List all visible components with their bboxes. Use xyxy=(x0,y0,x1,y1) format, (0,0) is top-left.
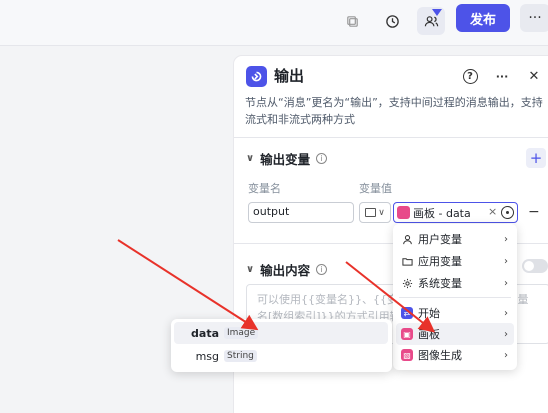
streaming-toggle[interactable] xyxy=(522,259,548,273)
variable-type-select[interactable]: ∨ xyxy=(359,202,391,223)
more-options-button[interactable]: ··· xyxy=(520,4,548,32)
output-name: msg xyxy=(195,349,219,363)
column-header-value: 变量值 xyxy=(359,182,392,195)
start-node-icon: ⇄ xyxy=(401,307,413,319)
menu-item-user-variables[interactable]: 用户变量 › xyxy=(396,228,514,250)
chevron-right-icon: › xyxy=(504,349,508,361)
history-icon[interactable] xyxy=(378,7,406,35)
menu-item-start[interactable]: ⇄ 开始 › xyxy=(396,302,514,324)
type-badge: Image xyxy=(224,327,259,339)
node-more-button[interactable]: ··· xyxy=(493,67,511,85)
canvas-outputs-submenu: data Image msg String xyxy=(171,319,392,372)
chevron-down-icon: ∨ xyxy=(378,207,385,218)
output-name: data xyxy=(191,326,219,340)
output-node-icon xyxy=(246,66,267,87)
remove-variable-button[interactable]: − xyxy=(528,204,540,220)
menu-item-system-variables[interactable]: 系统变量 › xyxy=(396,272,514,294)
menu-item-label: 开始 xyxy=(418,307,440,320)
section-title: 输出变量 xyxy=(260,152,311,167)
user-icon xyxy=(401,233,413,245)
menu-divider xyxy=(399,297,511,298)
menu-item-label: 系统变量 xyxy=(418,277,462,290)
add-variable-button[interactable]: + xyxy=(526,148,546,168)
output-vars-section-header[interactable]: ∨ 输出变量 i xyxy=(246,149,328,168)
submenu-item-data[interactable]: data Image xyxy=(174,322,388,344)
menu-item-label: 图像生成 xyxy=(418,349,462,362)
help-label: ? xyxy=(462,68,478,84)
type-badge: String xyxy=(224,350,257,362)
variable-source-menu: 用户变量 › 应用变量 › 系统变量 › ⇄ 开始 › ▣ 画板 › ▧ 图像生… xyxy=(393,224,517,370)
chevron-down-icon: ∨ xyxy=(246,264,255,275)
chevron-right-icon: › xyxy=(504,233,508,245)
chevron-right-icon: › xyxy=(504,328,508,340)
section-title: 输出内容 xyxy=(260,263,311,278)
folder-icon xyxy=(401,255,413,267)
node-title[interactable]: 输出 xyxy=(274,65,304,86)
variable-name-input[interactable]: output xyxy=(248,202,354,223)
menu-item-image-generation[interactable]: ▧ 图像生成 › xyxy=(396,344,514,366)
image-type-icon xyxy=(365,208,377,217)
divider xyxy=(234,137,548,138)
canvas-node-icon xyxy=(397,206,410,219)
node-description: 节点从“消息”更名为“输出”，支持中间过程的消息输出，支持流式和非流式两种方式 xyxy=(245,96,543,126)
top-toolbar: 发布 ··· xyxy=(0,0,548,46)
publish-button[interactable]: 发布 xyxy=(456,4,510,32)
gear-icon xyxy=(401,277,413,289)
help-icon[interactable]: ? xyxy=(461,67,479,85)
variable-value-select[interactable]: 画板 - data × xyxy=(393,202,518,223)
target-icon[interactable] xyxy=(501,206,514,219)
column-header-name: 变量名 xyxy=(248,182,281,195)
info-icon: i xyxy=(316,153,328,164)
menu-item-app-variables[interactable]: 应用变量 › xyxy=(396,250,514,272)
chevron-right-icon: › xyxy=(504,307,508,319)
menu-item-canvas[interactable]: ▣ 画板 › xyxy=(396,323,514,345)
close-button[interactable]: ✕ xyxy=(525,67,543,85)
info-icon: i xyxy=(316,264,328,275)
canvas-node-icon: ▣ xyxy=(401,328,413,340)
menu-item-label: 画板 xyxy=(418,328,440,341)
menu-item-label: 应用变量 xyxy=(418,255,462,268)
chevron-right-icon: › xyxy=(504,277,508,289)
menu-item-label: 用户变量 xyxy=(418,233,462,246)
image-gen-icon: ▧ xyxy=(401,349,413,361)
variable-value-text: 画板 - data xyxy=(413,206,471,220)
output-content-section-header[interactable]: ∨ 输出内容 i xyxy=(246,260,328,279)
clear-value-icon[interactable]: × xyxy=(488,205,497,218)
submenu-item-msg[interactable]: msg String xyxy=(174,345,388,367)
copy-icon[interactable] xyxy=(338,7,366,35)
chevron-down-icon: ∨ xyxy=(246,153,255,164)
chevron-right-icon: › xyxy=(504,255,508,267)
collaborators-icon[interactable] xyxy=(417,7,445,35)
